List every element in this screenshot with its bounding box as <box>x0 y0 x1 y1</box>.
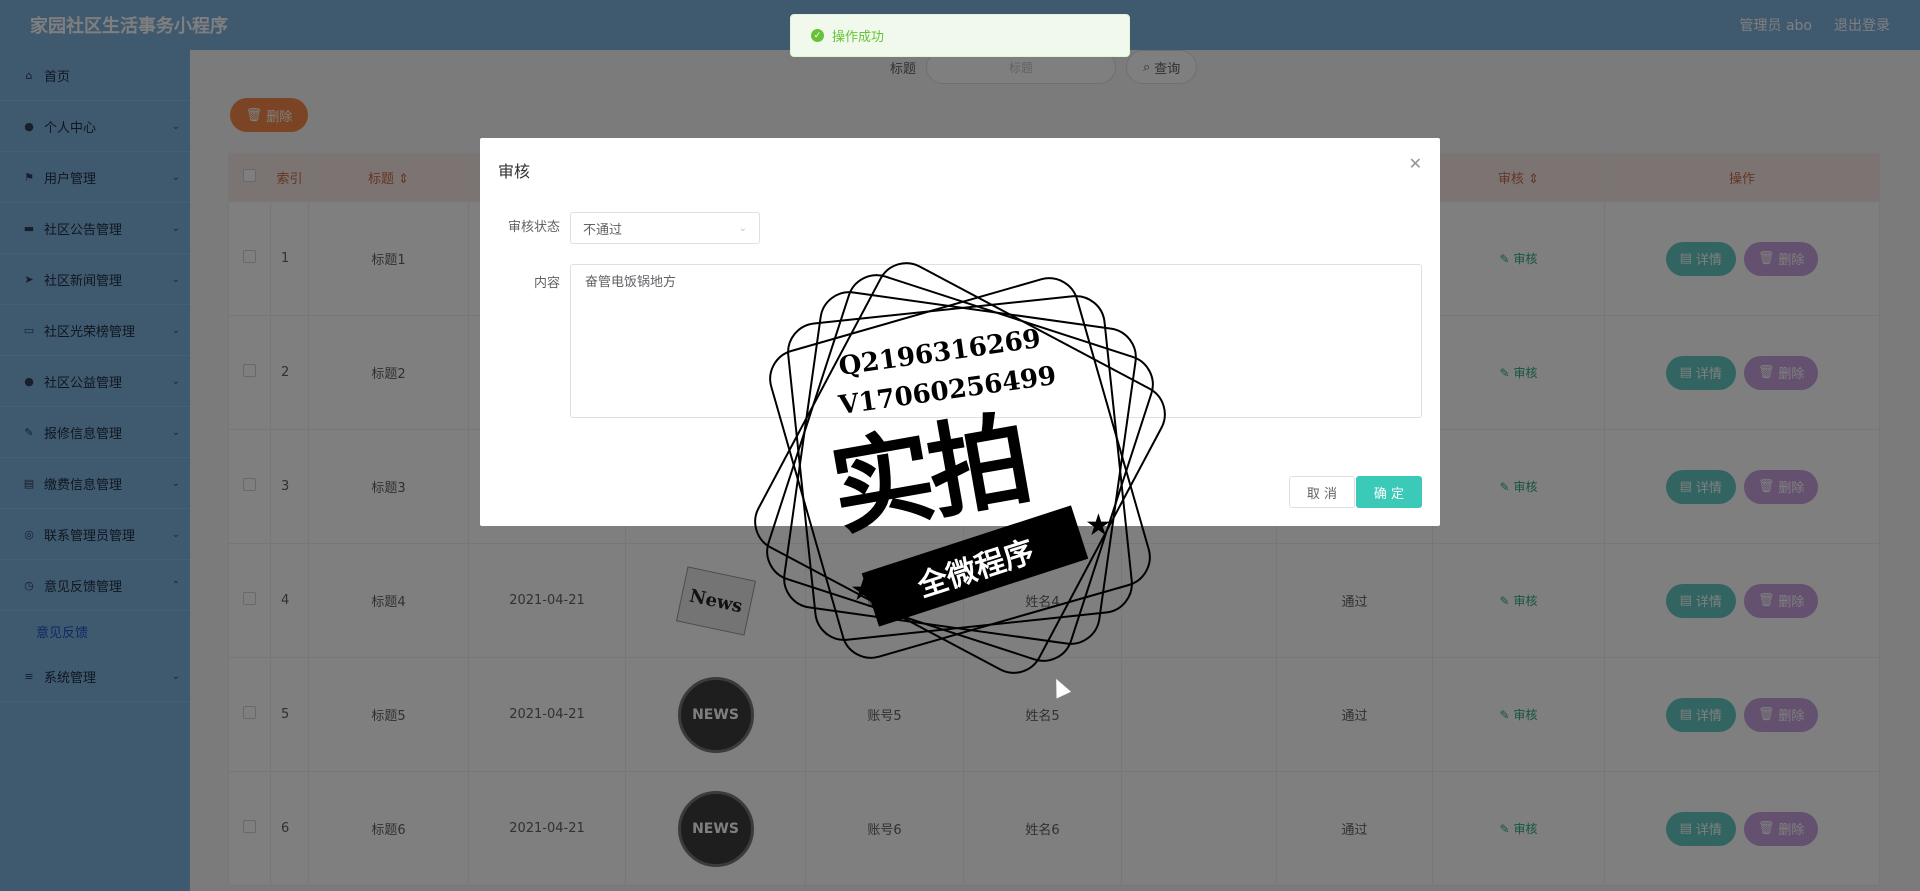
status-select-value: 不通过 <box>583 222 623 238</box>
confirm-button[interactable]: 确 定 <box>1356 476 1422 508</box>
content-label: 内容 <box>533 276 560 291</box>
cancel-button[interactable]: 取 消 <box>1289 476 1355 508</box>
watermark-stamp: Q2196316269 V17060256499 实拍 全微程序 ★ ★ <box>743 251 1177 685</box>
dialog-title: 审核 <box>498 162 531 181</box>
check-circle-icon: ✓ <box>811 29 824 42</box>
status-select[interactable]: 不通过 ⌄ <box>570 212 760 244</box>
chevron-down-icon: ⌄ <box>738 222 747 234</box>
success-toast: ✓ 操作成功 <box>790 14 1130 57</box>
star-icon: ★ <box>1085 508 1112 543</box>
close-icon[interactable]: ✕ <box>1409 154 1422 173</box>
toast-message: 操作成功 <box>832 30 885 45</box>
star-icon: ★ <box>850 573 877 608</box>
status-row: 审核状态 不通过 ⌄ <box>480 212 760 244</box>
status-label: 审核状态 <box>507 220 560 235</box>
